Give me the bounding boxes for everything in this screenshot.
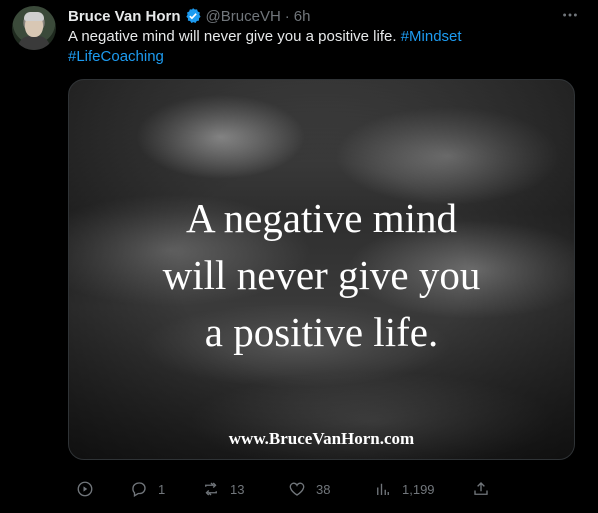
- tweet-time[interactable]: 6h: [294, 8, 311, 25]
- avatar-shirt: [18, 36, 50, 50]
- tweet[interactable]: Bruce Van Horn @BruceVH · 6h A negative …: [0, 0, 598, 513]
- play-circle-icon[interactable]: [76, 476, 94, 502]
- retweet-icon: [205, 482, 217, 496]
- share-icon: [474, 482, 488, 495]
- retweet-count: 13: [230, 481, 245, 497]
- share-button[interactable]: [472, 476, 490, 502]
- tweet-text: A negative mind will never give you a po…: [68, 27, 568, 67]
- author-handle[interactable]: @BruceVH: [206, 8, 281, 25]
- like-button[interactable]: 38: [288, 476, 330, 502]
- quote-line-2: will never give you: [162, 252, 481, 298]
- reply-count: 1: [158, 481, 166, 497]
- reply-icon: [132, 482, 146, 497]
- more-horizontal-icon[interactable]: [560, 5, 580, 25]
- tweet-media-image[interactable]: A negative mind will never give you a po…: [68, 79, 575, 460]
- avatar[interactable]: [12, 6, 56, 50]
- quote-line-3: a positive life.: [204, 309, 439, 355]
- bar-chart-icon: [377, 483, 389, 495]
- tweet-header: Bruce Van Horn @BruceVH · 6h: [68, 6, 310, 26]
- media-website: www.BruceVanHorn.com: [228, 429, 415, 448]
- media-quote: A negative mind will never give you a po…: [69, 190, 574, 361]
- heart-icon: [289, 482, 305, 496]
- hashtag-mindset[interactable]: #Mindset: [401, 28, 462, 45]
- tweet-actions: 1 13 38 1,199: [68, 476, 504, 502]
- tweet-text-body: A negative mind will never give you a po…: [68, 28, 401, 45]
- like-count: 38: [316, 481, 331, 497]
- hashtag-lifecoaching[interactable]: #LifeCoaching: [68, 48, 164, 65]
- author-name[interactable]: Bruce Van Horn: [68, 8, 181, 25]
- reply-button[interactable]: 1: [130, 476, 165, 502]
- views-count: 1,199: [402, 481, 435, 497]
- views-button[interactable]: 1,199: [374, 476, 435, 502]
- header-separator: ·: [284, 7, 290, 25]
- retweet-button[interactable]: 13: [202, 476, 244, 502]
- quote-line-1: A negative mind: [185, 195, 457, 241]
- avatar-hair: [24, 12, 44, 21]
- verified-badge-icon: [184, 7, 202, 25]
